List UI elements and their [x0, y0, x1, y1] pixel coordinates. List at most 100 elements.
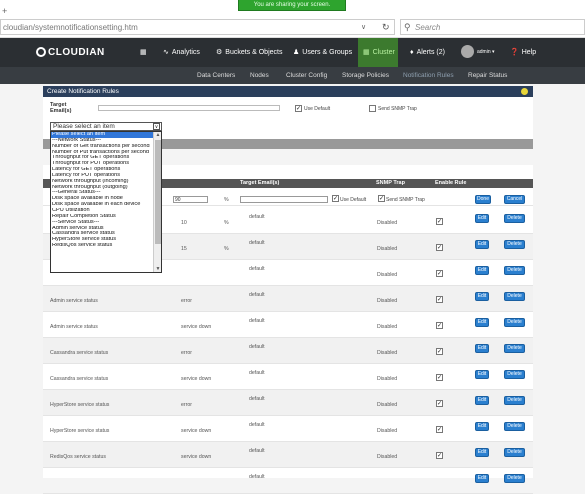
target-email-edit-input[interactable] — [240, 196, 328, 203]
delete-button[interactable]: Delete — [504, 266, 525, 275]
threshold-input[interactable]: 90 — [173, 196, 208, 203]
delete-button[interactable]: Delete — [504, 422, 525, 431]
enable-rule-checkbox[interactable]: ✓ — [436, 270, 443, 277]
enable-rule-checkbox[interactable]: ✓ — [436, 296, 443, 303]
rule-name: Admin service status — [50, 298, 98, 304]
tab-strip-plus-icon[interactable]: + — [2, 6, 7, 16]
scroll-down-icon[interactable]: ▼ — [154, 266, 161, 272]
nav-users-label: Users & Groups — [302, 49, 353, 56]
screen-share-banner: You are sharing your screen. — [238, 0, 346, 11]
delete-button[interactable]: Delete — [504, 318, 525, 327]
row-send-snmp-label: Send SNMP Trap — [386, 197, 425, 203]
cancel-button[interactable]: Cancel — [504, 195, 525, 204]
target-email-input[interactable] — [98, 105, 280, 111]
help-icon: ❓ — [510, 49, 519, 56]
logo-icon — [36, 47, 46, 57]
delete-button[interactable]: Delete — [504, 448, 525, 457]
rule-unit: % — [224, 246, 229, 252]
send-snmp-checkbox[interactable] — [369, 105, 376, 112]
enable-rule-checkbox[interactable]: ✓ — [436, 322, 443, 329]
tab-storage-policies[interactable]: Storage Policies — [342, 67, 389, 84]
rule-type-select[interactable]: Please select an item ∨ — [50, 122, 162, 131]
delete-button[interactable]: Delete — [504, 214, 525, 223]
nav-alerts[interactable]: ♦ Alerts (2) — [410, 38, 445, 67]
nav-user-menu[interactable]: admin ▾ — [461, 38, 495, 67]
row-use-default-checkbox[interactable]: ✓ — [332, 195, 339, 202]
edit-button[interactable]: Edit — [475, 214, 489, 223]
snmp-status: Disabled — [377, 376, 398, 382]
enable-rule-checkbox[interactable]: ✓ — [436, 218, 443, 225]
tab-nodes[interactable]: Nodes — [250, 67, 269, 84]
edit-button[interactable]: Edit — [475, 240, 489, 249]
url-dropdown-icon[interactable]: ∨ — [361, 23, 366, 31]
delete-button[interactable]: Delete — [504, 396, 525, 405]
target-email: default — [249, 318, 265, 324]
snmp-status: Disabled — [377, 428, 398, 434]
nav-buckets-objects[interactable]: ⚙ Buckets & Objects — [216, 38, 282, 67]
nav-buckets-label: Buckets & Objects — [225, 49, 283, 56]
analytics-icon: ∿ — [163, 49, 169, 56]
table-row: Cassandra service status error default Disa… — [43, 338, 533, 364]
nav-cluster[interactable]: ▦ Cluster — [358, 38, 398, 67]
enable-rule-checkbox[interactable]: ✓ — [436, 426, 443, 433]
enable-rule-checkbox[interactable]: ✓ — [436, 374, 443, 381]
rule-name: HyperStore service status — [50, 428, 110, 434]
edit-button[interactable]: Edit — [475, 292, 489, 301]
nav-users-groups[interactable]: ♟ Users & Groups — [293, 38, 352, 67]
rule-condition: 15 — [181, 246, 187, 252]
edit-button[interactable]: Edit — [475, 396, 489, 405]
delete-button[interactable]: Delete — [504, 344, 525, 353]
use-default-checkbox[interactable]: ✓ — [295, 105, 302, 112]
refresh-icon[interactable]: ↻ — [382, 22, 390, 33]
delete-button[interactable]: Delete — [504, 292, 525, 301]
tab-repair-status[interactable]: Repair Status — [468, 67, 507, 84]
scroll-up-icon[interactable]: ▲ — [154, 132, 161, 138]
rule-condition: service down — [181, 454, 212, 460]
tab-data-centers[interactable]: Data Centers — [197, 67, 235, 84]
nav-analytics-label: Analytics — [171, 49, 200, 56]
edit-button[interactable]: Edit — [475, 266, 489, 275]
dropdown-scrollbar[interactable]: ▲ ▼ — [153, 132, 161, 272]
tab-cluster-config[interactable]: Cluster Config — [286, 67, 327, 84]
dropdown-option[interactable]: RedisQos service status — [51, 243, 154, 249]
rule-condition: service down — [181, 376, 212, 382]
nav-alerts-label: Alerts (2) — [416, 49, 445, 56]
delete-button[interactable]: Delete — [504, 474, 525, 483]
address-bar[interactable]: cloudian/systemnotificationsetting.htm ∨… — [0, 19, 395, 35]
edit-button[interactable]: Edit — [475, 448, 489, 457]
snmp-status: Disabled — [377, 324, 398, 330]
target-email: default — [249, 240, 265, 246]
snmp-status: Disabled — [377, 272, 398, 278]
target-email: default — [249, 292, 265, 298]
tab-notification-rules[interactable]: Notification Rules — [403, 67, 454, 84]
row-send-snmp-checkbox[interactable]: ✓ — [378, 195, 385, 202]
delete-button[interactable]: Delete — [504, 240, 525, 249]
edit-button[interactable]: Edit — [475, 474, 489, 483]
edit-button[interactable]: Edit — [475, 422, 489, 431]
edit-button[interactable]: Edit — [475, 318, 489, 327]
browser-search-box[interactable]: ⚲ Search — [400, 19, 585, 35]
snmp-status: Disabled — [377, 402, 398, 408]
help-icon[interactable] — [521, 88, 528, 95]
cloudian-logo[interactable]: CLOUDIAN — [36, 47, 105, 58]
target-label-2: Email(s) — [50, 108, 72, 114]
edit-button[interactable]: Edit — [475, 344, 489, 353]
enable-rule-checkbox[interactable]: ✓ — [436, 400, 443, 407]
col-target-email: Target Email(s) — [240, 180, 280, 186]
chevron-down-icon: ▾ — [490, 49, 495, 55]
edit-button[interactable]: Edit — [475, 370, 489, 379]
enable-rule-checkbox[interactable]: ✓ — [436, 244, 443, 251]
nav-analytics[interactable]: ∿ Analytics — [163, 38, 200, 67]
target-email: default — [249, 370, 265, 376]
delete-button[interactable]: Delete — [504, 370, 525, 379]
dashboard-grid-icon[interactable]: ▦ — [140, 38, 150, 67]
scrollbar-thumb[interactable] — [155, 140, 161, 244]
chevron-down-icon[interactable]: ∨ — [153, 123, 160, 130]
main-navigation: CLOUDIAN ▦ ∿ Analytics ⚙ Buckets & Objects… — [0, 38, 585, 67]
nav-help[interactable]: ❓ Help — [510, 38, 536, 67]
row-use-default-label: Use Default — [340, 197, 367, 203]
snmp-status: Disabled — [377, 454, 398, 460]
enable-rule-checkbox[interactable]: ✓ — [436, 348, 443, 355]
done-button[interactable]: Done — [475, 195, 491, 204]
enable-rule-checkbox[interactable]: ✓ — [436, 452, 443, 459]
